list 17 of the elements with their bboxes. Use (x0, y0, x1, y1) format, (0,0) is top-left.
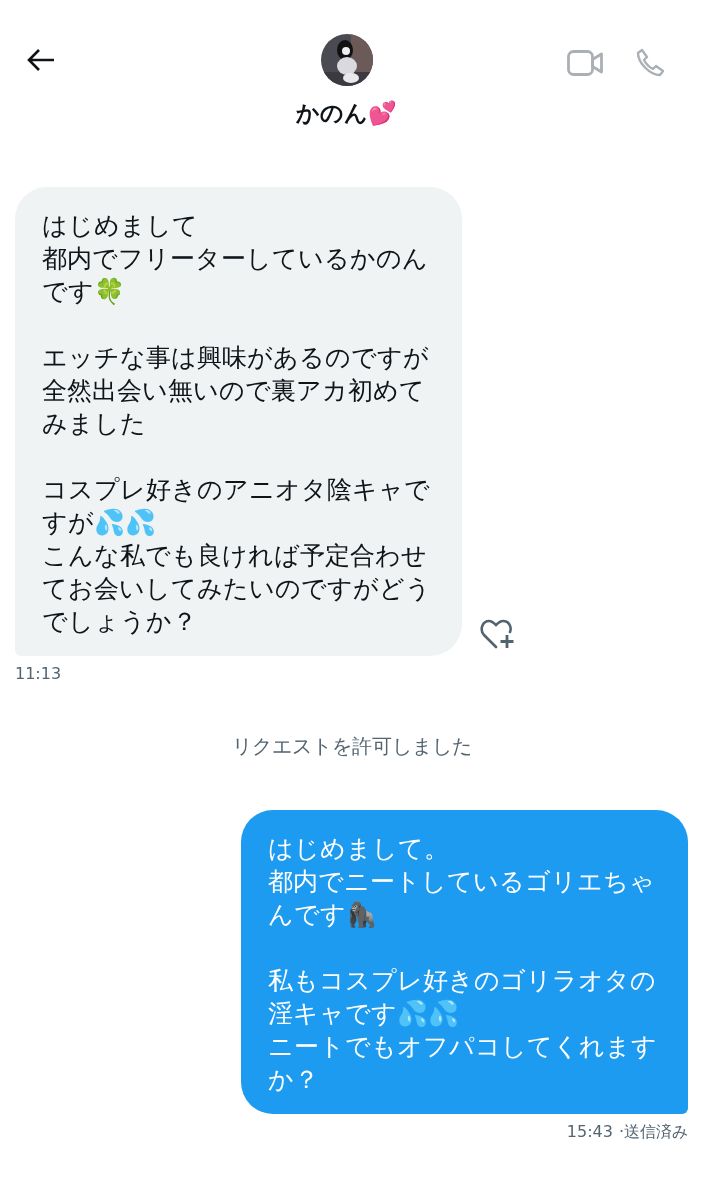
message-text: 都内でフリーターしているかのんです🍀 (42, 243, 429, 308)
system-notice: リクエストを許可しました (230, 733, 473, 760)
message-text: 都内でニートしているゴリエちゃんです🦍 (268, 866, 656, 931)
back-arrow-icon[interactable] (26, 48, 56, 72)
message-text: 全然出会い無いので裏アカ初めてみました (42, 375, 426, 440)
message-text: 私もコスプレ好きのゴリラオタの淫キャです💦💦 (268, 965, 657, 1030)
heart-plus-icon[interactable] (480, 618, 516, 650)
message-time: 11:13 (15, 664, 63, 683)
sent-status: ·送信済み (618, 1122, 688, 1143)
message-text: エッチな事は興味があるのですが (42, 342, 430, 374)
message-text: はじめまして (42, 210, 199, 242)
message-text: ニートでもオフパコしてくれますか？ (268, 1031, 658, 1096)
message-text: コスプレ好きのアニオタ陰キャですが💦💦 (42, 474, 431, 539)
message-time: 15:43 (566, 1122, 613, 1143)
contact-name: かのん💕 (296, 99, 397, 128)
message-text: こんな私でも良ければ予定合わせてお会いしてみたいのですがどうでしょうか？ (42, 540, 432, 638)
message-text: はじめまして。 (268, 833, 450, 865)
